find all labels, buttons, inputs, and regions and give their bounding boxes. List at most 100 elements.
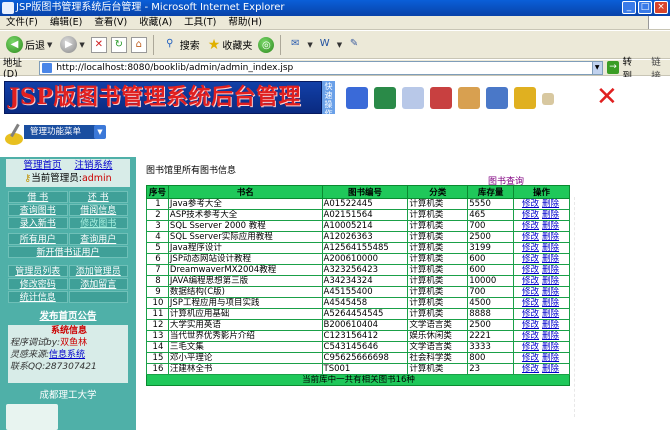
menu-favorites[interactable]: 收藏(A) — [133, 16, 178, 29]
delete-link[interactable]: 删除 — [542, 321, 559, 330]
search-book-icon[interactable] — [402, 87, 424, 109]
exit-icon[interactable]: ✕ — [596, 83, 618, 111]
edit-link[interactable]: 修改 — [522, 266, 539, 275]
delete-link[interactable]: 删除 — [542, 310, 559, 319]
delete-link[interactable]: 删除 — [542, 277, 559, 286]
edit-link[interactable]: 修改 — [522, 354, 539, 363]
delete-link[interactable]: 删除 — [542, 365, 559, 374]
home-icon[interactable]: ⌂ — [130, 36, 147, 53]
sidebar-item-return[interactable]: 还 书 — [68, 191, 128, 203]
books-icon[interactable] — [374, 87, 396, 109]
sidebar-item-change-password[interactable]: 修改密码 — [8, 278, 68, 290]
maximize-button[interactable]: □ — [638, 1, 652, 14]
cell-index: 4 — [146, 231, 169, 243]
sidebar-item-add-message[interactable]: 添加留言 — [68, 278, 128, 290]
menu-view[interactable]: 查看(V) — [88, 16, 133, 29]
sidebar-item-borrow-info[interactable]: 借阅信息 — [68, 204, 128, 216]
search-button[interactable]: ⚲ 搜索 — [160, 34, 202, 56]
delete-link[interactable]: 删除 — [542, 299, 559, 308]
admin-home-link[interactable]: 管理首页 — [23, 160, 61, 171]
table-row: 9 数据结构(C版) A45155400 计算机类 700 修改 删除 — [146, 286, 570, 298]
cell-code: A34234324 — [321, 275, 409, 287]
cell-category: 计算机类 — [407, 253, 469, 265]
cell-index: 5 — [146, 242, 169, 254]
users-icon[interactable] — [458, 87, 480, 109]
chevron-down-icon[interactable]: ▼ — [307, 41, 312, 49]
media-icon[interactable]: ◎ — [258, 36, 275, 53]
school-name: 成都理工大学 — [39, 390, 97, 401]
messenger-icon[interactable]: ✎ — [346, 37, 362, 53]
menu-help[interactable]: 帮助(H) — [222, 16, 268, 29]
delete-link[interactable]: 删除 — [542, 211, 559, 220]
minimize-button[interactable]: _ — [622, 1, 636, 14]
close-button[interactable]: × — [654, 1, 668, 14]
edit-link[interactable]: 修改 — [522, 233, 539, 242]
publish-notice-link[interactable]: 发布首页公告 — [8, 308, 128, 322]
edit-link[interactable]: 修改 — [522, 343, 539, 352]
sidebar-item-statistics[interactable]: 统计信息 — [8, 291, 68, 303]
back-button[interactable]: ◀ 后退 ▼ — [4, 34, 54, 56]
edit-link[interactable]: 修改 — [522, 244, 539, 253]
sidebar-item-add-book[interactable]: 录入新书 — [8, 217, 68, 229]
delete-link[interactable]: 删除 — [542, 332, 559, 341]
edit-link[interactable]: 修改 — [522, 321, 539, 330]
sidebar-item-new-card-user[interactable]: 新开借书证用户 — [8, 246, 128, 258]
edit-link[interactable]: 修改 — [522, 288, 539, 297]
cell-category: 计算机类 — [407, 198, 469, 210]
cell-stock: 10000 — [467, 275, 515, 287]
stop-icon[interactable]: ✕ — [90, 36, 107, 53]
edit-link[interactable]: 修改 — [522, 200, 539, 209]
chevron-down-icon[interactable]: ▼ — [337, 41, 342, 49]
sidebar-item-edit-book[interactable]: 修改图书 — [68, 217, 128, 229]
edit-link[interactable]: 修改 — [522, 365, 539, 374]
delete-link[interactable]: 删除 — [542, 354, 559, 363]
logout-link[interactable]: 注销系统 — [75, 160, 113, 171]
edit-link[interactable]: 修改 — [522, 332, 539, 341]
chevron-down-icon[interactable]: ▼ — [94, 125, 106, 139]
source-link[interactable]: 信息系统 — [49, 350, 85, 360]
delete-link[interactable]: 删除 — [542, 222, 559, 231]
add-user-icon[interactable] — [486, 87, 508, 109]
sidebar-item-borrow[interactable]: 借 书 — [8, 191, 68, 203]
sidebar-item-admin-list[interactable]: 管理员列表 — [8, 265, 68, 277]
mail-icon[interactable]: ✉ — [287, 37, 303, 53]
delete-link[interactable]: 删除 — [542, 288, 559, 297]
address-dropdown[interactable]: ▼ — [592, 60, 603, 75]
delete-link[interactable]: 删除 — [542, 343, 559, 352]
menu-edit[interactable]: 编辑(E) — [44, 16, 88, 29]
table-header-row: 序号 书名 图书编号 分类 库存量 操作 — [146, 185, 570, 199]
cell-code: C95625666698 — [321, 352, 409, 364]
go-arrow-icon[interactable]: → — [606, 61, 620, 74]
delete-link[interactable]: 删除 — [542, 244, 559, 253]
banner: JSP版图书管理系统后台管理 快速操作 ✕ — [0, 77, 670, 118]
delete-link[interactable]: 删除 — [542, 200, 559, 209]
edit-link[interactable]: 修改 — [522, 211, 539, 220]
sidebar-item-all-users[interactable]: 所有用户 — [8, 233, 68, 245]
edit-link[interactable]: 修改 — [522, 299, 539, 308]
system-info-title: 系统信息 — [50, 326, 87, 336]
edit-link[interactable]: 修改 — [522, 310, 539, 319]
forward-button[interactable]: ▶ ▼ — [58, 34, 86, 56]
arrows-icon[interactable] — [346, 87, 368, 109]
word-icon[interactable]: W — [317, 37, 333, 53]
cell-index: 3 — [146, 220, 169, 232]
menu-file[interactable]: 文件(F) — [0, 16, 44, 29]
menu-tools[interactable]: 工具(T) — [178, 16, 222, 29]
delete-link[interactable]: 删除 — [542, 266, 559, 275]
delete-link[interactable]: 删除 — [542, 255, 559, 264]
sidebar-item-add-admin[interactable]: 添加管理员 — [68, 265, 128, 277]
favorites-button[interactable]: ★ 收藏夹 — [206, 34, 255, 56]
edit-link[interactable]: 修改 — [522, 255, 539, 264]
book-stack-icon[interactable] — [430, 87, 452, 109]
sidebar-item-query-books[interactable]: 查询图书 — [8, 204, 68, 216]
delete-link[interactable]: 删除 — [542, 233, 559, 242]
lock-icon[interactable] — [514, 87, 536, 109]
edit-link[interactable]: 修改 — [522, 277, 539, 286]
cell-title: JSP工程应用与项目实践 — [167, 297, 323, 309]
cell-title: SQL Sserver 2000 教程 — [167, 220, 323, 232]
address-input[interactable]: http://localhost:8080/booklib/admin/admi… — [39, 60, 593, 75]
home-small-icon[interactable] — [542, 93, 554, 105]
sidebar-item-query-users[interactable]: 查询用户 — [68, 233, 128, 245]
refresh-icon[interactable]: ↻ — [110, 36, 127, 53]
edit-link[interactable]: 修改 — [522, 222, 539, 231]
